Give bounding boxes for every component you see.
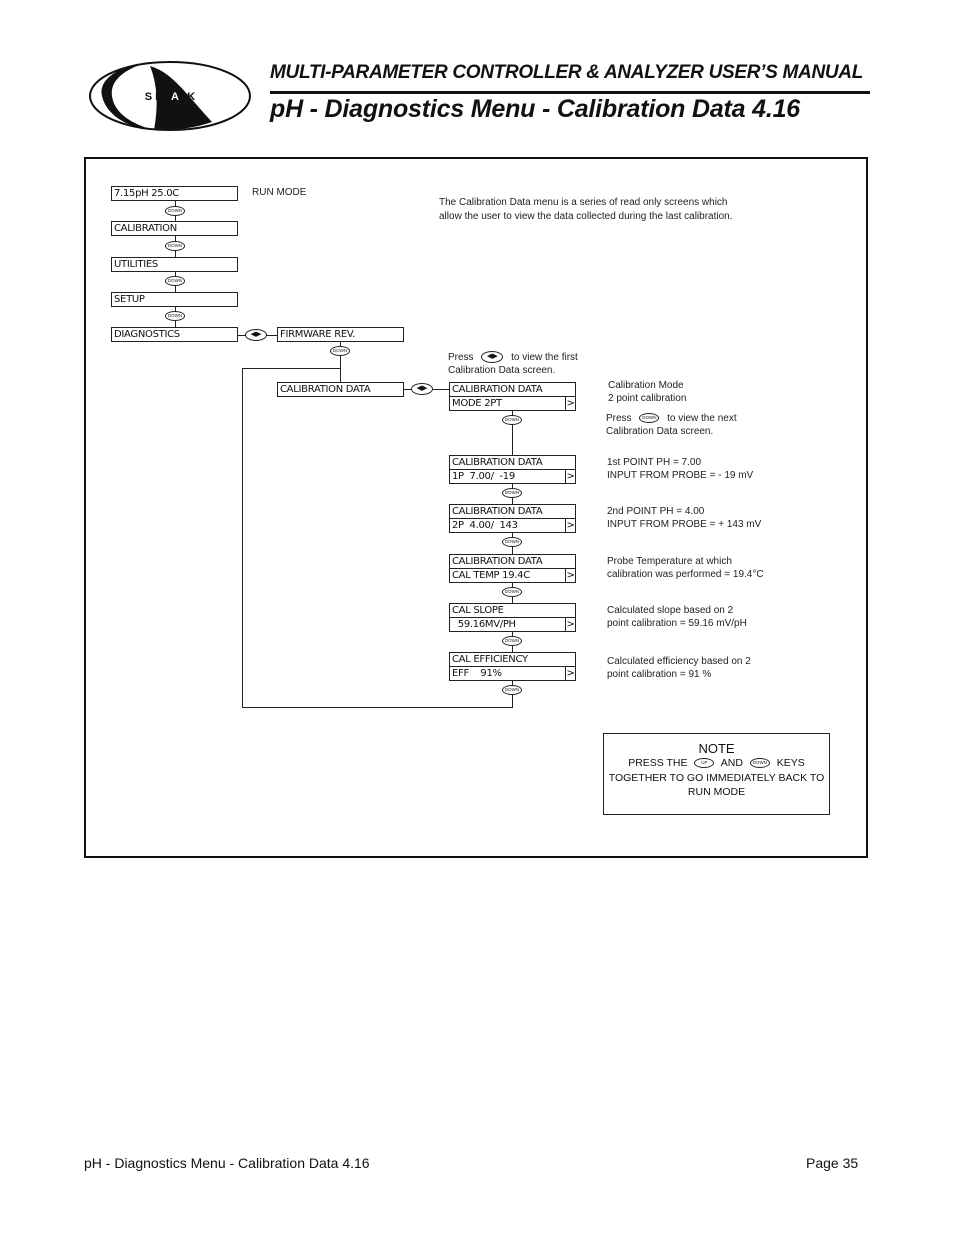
left-right-key-icon: ◀▶ — [245, 329, 267, 341]
screen-value-text: 59.16MV/PH — [452, 619, 516, 630]
menu-setup: SETUP — [111, 292, 238, 307]
loop-line — [242, 707, 513, 708]
down-key-icon: DOWN — [502, 685, 522, 695]
left-right-key-icon: ◀▶ — [481, 351, 504, 364]
note-text: AND — [720, 757, 743, 769]
down-key-icon: DOWN — [502, 636, 522, 646]
loop-line — [242, 368, 340, 369]
menu-run-mode: 7.15pH 25.0C — [111, 186, 238, 201]
svg-text:A: A — [171, 91, 179, 103]
header-divider — [270, 91, 870, 94]
screen-value: 2P 4.00/ 143 > — [450, 519, 575, 533]
down-key-icon: DOWN — [502, 587, 522, 597]
screen-description: 1st POINT PH = 7.00 — [607, 457, 702, 468]
note-text: KEYS — [776, 757, 805, 769]
screen-title: CALIBRATION DATA — [450, 456, 575, 470]
down-key-icon: DOWN — [165, 206, 185, 216]
note-box: NOTE PRESS THE UP AND DOWN KEYS TOGETHER… — [603, 733, 830, 815]
left-right-key-icon: ◀▶ — [411, 383, 433, 395]
screen-value: MODE 2PT > — [450, 397, 575, 411]
hint-text: Press — [606, 413, 632, 424]
next-arrow-icon: > — [565, 397, 575, 410]
note-body: PRESS THE UP AND DOWN KEYS TOGETHER TO G… — [604, 756, 829, 800]
down-key-icon: DOWN — [502, 415, 522, 425]
screen-description: INPUT FROM PROBE = - 19 mV — [607, 470, 754, 481]
next-arrow-icon: > — [565, 618, 575, 631]
press-lr-hint: Press ◀▶ to view the first — [448, 351, 578, 364]
menu-utilities: UTILITIES — [111, 257, 238, 272]
screen-value: 1P 7.00/ -19 > — [450, 470, 575, 484]
screen-value: 59.16MV/PH > — [450, 618, 575, 632]
screen-value-text: 2P 4.00/ 143 — [452, 520, 518, 531]
up-key-icon: UP — [694, 758, 715, 769]
screen-title: CALIBRATION DATA — [450, 555, 575, 569]
next-arrow-icon: > — [565, 667, 575, 680]
footer-section-title: pH - Diagnostics Menu - Calibration Data… — [84, 1155, 370, 1171]
note-text: PRESS THE — [628, 757, 688, 769]
screen-title: CAL SLOPE — [450, 604, 575, 618]
note-text: RUN MODE — [687, 786, 746, 798]
screen-description: Calculated efficiency based on 2 — [607, 656, 751, 667]
submenu-calibration-data: CALIBRATION DATA — [277, 382, 404, 397]
press-lr-hint-line2: Calibration Data screen. — [448, 365, 556, 376]
screen-value-text: CAL TEMP 19.4C — [452, 570, 530, 581]
next-arrow-icon: > — [565, 470, 575, 483]
screen-description: point calibration = 59.16 mV/pH — [607, 618, 747, 629]
page-title: pH - Diagnostics Menu - Calibration Data… — [270, 95, 800, 123]
note-text: TOGETHER TO GO IMMEDIATELY BACK TO — [608, 771, 825, 784]
next-arrow-icon: > — [565, 519, 575, 532]
calibration-data-screen: CAL EFFICIENCY EFF 91% > — [449, 652, 576, 681]
loop-line — [242, 368, 243, 708]
screen-value: CAL TEMP 19.4C > — [450, 569, 575, 583]
screen-description: Calibration Mode — [608, 380, 684, 391]
next-arrow-icon: > — [565, 569, 575, 582]
screen-description: Calculated slope based on 2 — [607, 605, 734, 616]
press-down-hint-line2: Calibration Data screen. — [606, 426, 714, 437]
down-key-icon: DOWN — [165, 311, 185, 321]
submenu-firmware-rev: FIRMWARE REV. — [277, 327, 404, 342]
screen-description: 2 point calibration — [608, 393, 687, 404]
screen-title: CALIBRATION DATA — [450, 505, 575, 519]
screen-description: calibration was performed = 19.4°C — [607, 569, 764, 580]
screen-description: 2nd POINT PH = 4.00 — [607, 506, 705, 517]
screen-value-text: 1P 7.00/ -19 — [452, 471, 515, 482]
note-title: NOTE — [698, 741, 735, 756]
calibration-data-screen: CALIBRATION DATA 2P 4.00/ 143 > — [449, 504, 576, 533]
manual-title: MULTI-PARAMETER CONTROLLER & ANALYZER US… — [270, 62, 864, 83]
calibration-data-screen: CAL SLOPE 59.16MV/PH > — [449, 603, 576, 632]
screen-title: CALIBRATION DATA — [450, 383, 575, 397]
menu-diagnostics: DIAGNOSTICS — [111, 327, 238, 342]
press-down-hint: Press DOWN to view the next — [606, 412, 737, 425]
intro-text: The Calibration Data menu is a series of… — [439, 197, 728, 208]
calibration-data-screen: CALIBRATION DATA MODE 2PT > — [449, 382, 576, 411]
screen-description: point calibration = 91 % — [607, 669, 712, 680]
hint-text: to view the next — [667, 413, 737, 424]
hint-text: Press — [448, 352, 474, 363]
page-number: Page 35 — [806, 1155, 859, 1171]
down-key-icon: DOWN — [502, 537, 522, 547]
hint-text: to view the first — [511, 352, 578, 363]
calibration-data-screen: CALIBRATION DATA CAL TEMP 19.4C > — [449, 554, 576, 583]
screen-title: CAL EFFICIENCY — [450, 653, 575, 667]
calibration-data-screen: CALIBRATION DATA 1P 7.00/ -19 > — [449, 455, 576, 484]
screen-value-text: EFF 91% — [452, 668, 502, 679]
intro-text: allow the user to view the data collecte… — [439, 211, 733, 222]
menu-calibration: CALIBRATION — [111, 221, 238, 236]
shark-logo: S H A R K A — [89, 61, 251, 131]
screen-value: EFF 91% > — [450, 667, 575, 681]
logo-text: S H A R K — [145, 91, 196, 103]
down-key-icon: DOWN — [639, 413, 660, 424]
screen-description: INPUT FROM PROBE = + 143 mV — [607, 519, 762, 530]
down-key-icon: DOWN — [749, 758, 770, 769]
screen-description: Probe Temperature at which — [607, 556, 732, 567]
down-key-icon: DOWN — [502, 488, 522, 498]
down-key-icon: DOWN — [330, 346, 350, 356]
down-key-icon: DOWN — [165, 276, 185, 286]
run-mode-label: RUN MODE — [252, 187, 307, 198]
screen-value-text: MODE 2PT — [452, 398, 502, 409]
down-key-icon: DOWN — [165, 241, 185, 251]
